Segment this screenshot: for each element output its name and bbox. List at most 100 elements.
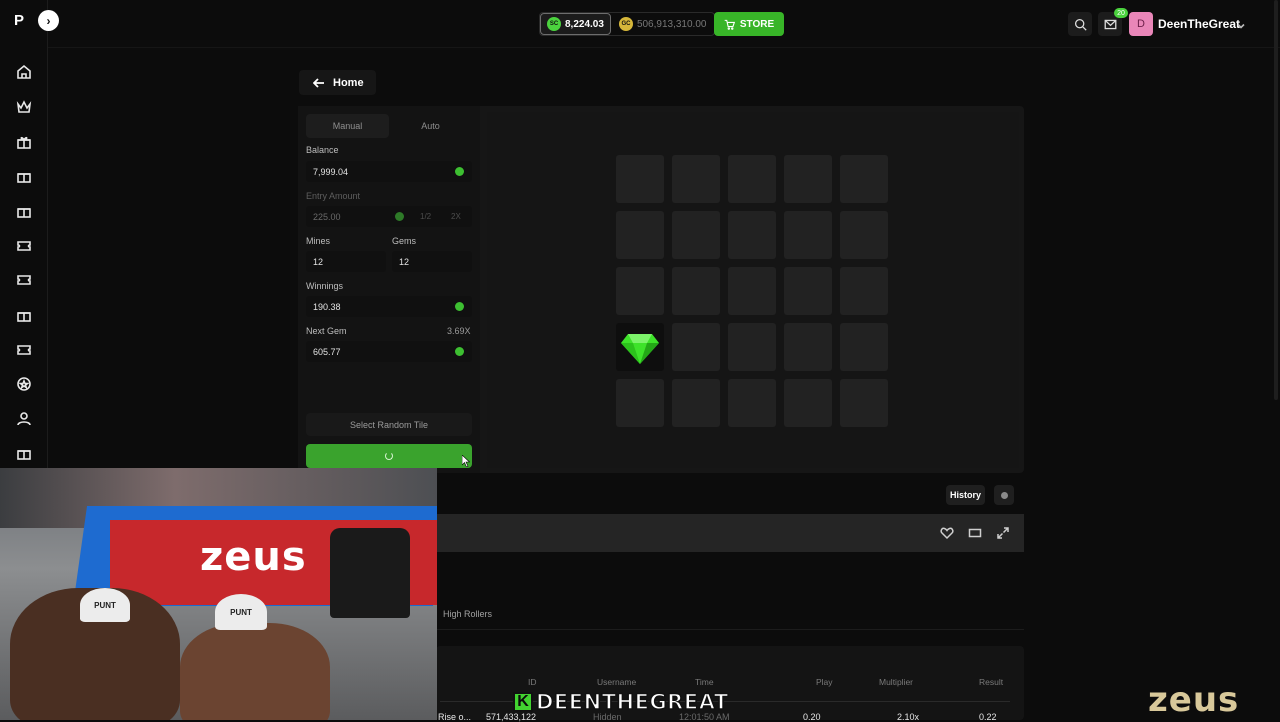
cap-right: PUNT (215, 594, 267, 630)
sc-coin-icon: SC (547, 17, 561, 31)
streamer-nameplate: K DEENTHEGREAT (513, 688, 729, 716)
row-game[interactable]: Rise o... (438, 712, 471, 722)
table-header-time: Time (695, 677, 714, 687)
webcam-overlay: zeus PUNT PUNT (0, 468, 437, 720)
row-result: 0.22 (979, 712, 997, 722)
home-icon[interactable] (15, 63, 33, 81)
fullscreen-icon[interactable] (996, 526, 1010, 540)
half-button[interactable]: 1/2 (420, 212, 431, 221)
tile-hidden[interactable] (728, 155, 776, 203)
winnings-field: 190.38 (306, 296, 472, 317)
sc-balance-value: 8,224.03 (565, 18, 604, 30)
mouse-cursor-icon (462, 455, 470, 467)
ticket-icon[interactable] (15, 341, 33, 359)
avatar[interactable]: D (1129, 12, 1153, 36)
gift-icon[interactable] (15, 202, 33, 220)
home-back-button[interactable]: Home (299, 70, 376, 95)
mines-field[interactable]: 12 (306, 251, 386, 272)
tile-gem[interactable] (616, 323, 664, 371)
gc-balance-value: 506,913,310.00 (636, 18, 707, 30)
theater-mode-icon[interactable] (968, 526, 982, 540)
settings-button[interactable] (994, 485, 1014, 505)
tile-hidden[interactable] (672, 211, 720, 259)
person-right (180, 623, 330, 720)
tile-hidden[interactable] (728, 267, 776, 315)
mines-grid (616, 155, 888, 427)
table-header-result: Result (979, 677, 1004, 687)
tab-high-rollers[interactable]: High Rollers (443, 609, 492, 619)
tile-hidden[interactable] (728, 379, 776, 427)
divider (436, 629, 1024, 630)
tile-hidden[interactable] (784, 155, 832, 203)
loading-spinner-icon (385, 452, 393, 460)
balance-switcher[interactable]: SC 8,224.03 GC 506,913,310.00 (539, 12, 716, 36)
tile-hidden[interactable] (672, 323, 720, 371)
select-random-tile-button[interactable]: Select Random Tile (306, 413, 472, 436)
streamer-name: DEENTHEGREAT (535, 689, 729, 715)
tab-auto[interactable]: Auto (389, 114, 472, 138)
tile-hidden[interactable] (616, 155, 664, 203)
page-scrollbar[interactable] (1274, 0, 1278, 400)
sc-coin-icon (455, 347, 464, 356)
tile-hidden[interactable] (672, 379, 720, 427)
entry-amount-field[interactable]: 225.00 (306, 206, 472, 227)
cart-icon (724, 19, 735, 30)
tile-hidden[interactable] (784, 211, 832, 259)
row-play: 0.20 (803, 712, 821, 722)
double-button[interactable]: 2X (451, 212, 461, 221)
site-logo[interactable]: P (14, 12, 34, 32)
tile-hidden[interactable] (616, 379, 664, 427)
gift-icon[interactable] (15, 167, 33, 185)
gift-icon[interactable] (15, 133, 33, 151)
sc-balance[interactable]: SC 8,224.03 (540, 13, 611, 35)
tile-hidden[interactable] (784, 267, 832, 315)
ticket-icon[interactable] (15, 237, 33, 255)
tab-manual[interactable]: Manual (306, 114, 389, 138)
expand-sidebar-button[interactable]: › (38, 10, 59, 31)
crown-icon[interactable] (15, 98, 33, 116)
notification-badge: 20 (1114, 8, 1128, 18)
tile-hidden[interactable] (672, 267, 720, 315)
search-icon (1074, 18, 1087, 31)
mail-icon (1104, 19, 1116, 29)
zeus-watermark: zeus (1148, 680, 1240, 720)
tile-hidden[interactable] (784, 323, 832, 371)
tile-hidden[interactable] (728, 211, 776, 259)
home-label: Home (333, 76, 364, 89)
entry-amount-label: Entry Amount (306, 191, 361, 201)
ticket-icon[interactable] (15, 271, 33, 289)
tile-hidden[interactable] (840, 155, 888, 203)
username[interactable]: DeenTheGreat (1158, 17, 1240, 31)
tile-hidden[interactable] (840, 323, 888, 371)
tile-hidden[interactable] (784, 379, 832, 427)
gems-label: Gems (392, 236, 417, 246)
tile-hidden[interactable] (616, 211, 664, 259)
user-icon[interactable] (15, 410, 33, 428)
sc-coin-icon (395, 212, 404, 221)
winnings-label: Winnings (306, 281, 344, 291)
tile-hidden[interactable] (840, 379, 888, 427)
tile-hidden[interactable] (728, 323, 776, 371)
balance-label: Balance (306, 145, 339, 155)
cashout-button[interactable] (306, 444, 472, 468)
gc-balance[interactable]: GC 506,913,310.00 (611, 13, 715, 35)
webcam-brand-logo: zeus (200, 534, 307, 580)
gift-icon[interactable] (15, 444, 33, 462)
tile-hidden[interactable] (616, 267, 664, 315)
tile-hidden[interactable] (672, 155, 720, 203)
star-badge-icon[interactable] (15, 375, 33, 393)
next-gem-field: 605.77 (306, 341, 472, 362)
chevron-down-icon[interactable] (1236, 18, 1246, 29)
history-button[interactable]: History (946, 485, 985, 505)
heart-icon[interactable] (940, 526, 954, 540)
table-header-id: ID (528, 677, 537, 687)
gift-icon[interactable] (15, 306, 33, 324)
sc-coin-icon (455, 302, 464, 311)
search-button[interactable] (1068, 12, 1092, 36)
store-button[interactable]: STORE (714, 12, 784, 36)
tile-hidden[interactable] (840, 211, 888, 259)
mines-label: Mines (306, 236, 331, 246)
game-controls-bar (436, 514, 1024, 552)
sc-coin-icon (455, 167, 464, 176)
tile-hidden[interactable] (840, 267, 888, 315)
